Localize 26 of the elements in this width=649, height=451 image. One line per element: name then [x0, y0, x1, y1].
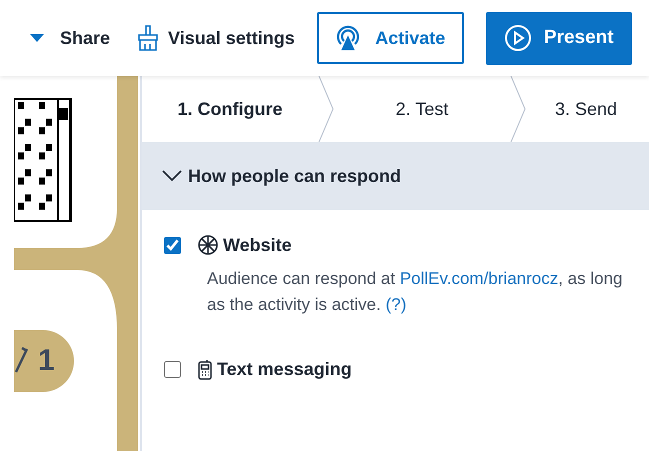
- step-tab[interactable]: 2. Test: [334, 76, 510, 142]
- broadcast-icon: [335, 25, 362, 51]
- section-header[interactable]: How people can respond: [142, 142, 649, 210]
- phone-icon: [197, 358, 213, 381]
- qr-code-icon: [14, 98, 72, 222]
- option-label: Website: [223, 234, 292, 256]
- globe-icon: [197, 234, 219, 256]
- caret-icon: [30, 34, 44, 42]
- activate-button[interactable]: Activate: [316, 12, 464, 64]
- present-button[interactable]: Present: [486, 12, 632, 64]
- share-button[interactable]: Share: [30, 28, 110, 48]
- step-separator-icon: [318, 76, 334, 142]
- option-description: Audience can respond at PollEv.com/brianrocz, as long as the activity is active. (?): [207, 268, 624, 316]
- brush-icon: [136, 24, 160, 52]
- option-checkbox[interactable]: [164, 361, 181, 378]
- step-tab[interactable]: 3. Send: [526, 76, 646, 142]
- chevron-icon: [162, 170, 182, 182]
- help-link[interactable]: (?): [386, 295, 406, 314]
- visual-settings-button[interactable]: Visual settings: [136, 24, 295, 52]
- option-checkbox[interactable]: [164, 236, 181, 254]
- poll-link[interactable]: PollEv.com/brianrocz: [400, 269, 558, 288]
- play-icon: [504, 24, 532, 52]
- badge-count: 1: [38, 344, 55, 378]
- step-tab[interactable]: 1. Configure: [142, 76, 318, 142]
- step-separator-icon: [510, 76, 526, 142]
- option-label: Text messaging: [217, 359, 352, 380]
